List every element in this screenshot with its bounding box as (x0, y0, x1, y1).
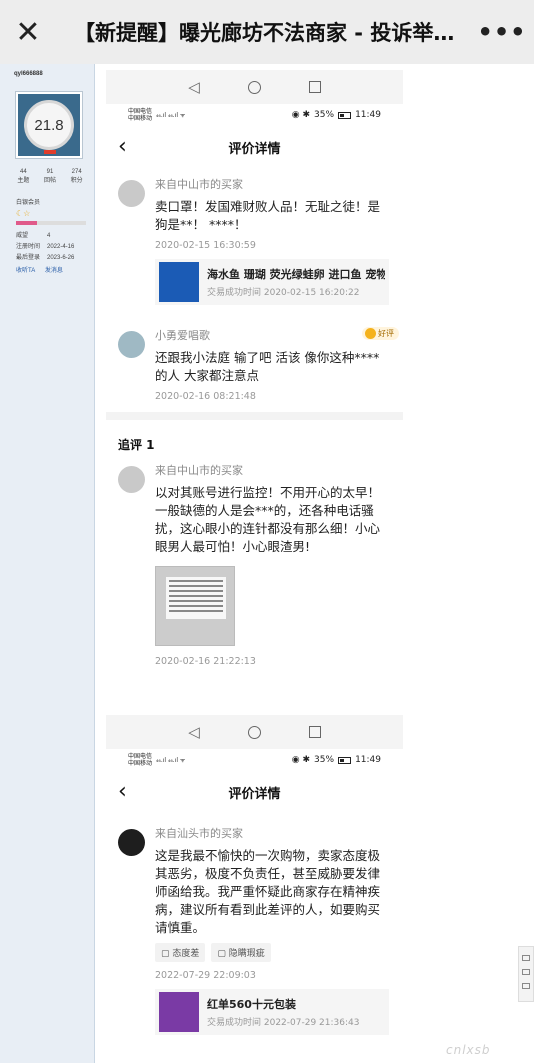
followup-title: 追评 1 (118, 438, 155, 452)
nav-home-icon (247, 80, 261, 94)
nav-home-icon (247, 725, 261, 739)
product-card: 红单560十元包装 交易成功时间 2022-07-29 21:36:43 (155, 989, 389, 1035)
nav-back-icon: ◁ (188, 78, 200, 96)
follow-link[interactable]: 收听TA (16, 268, 35, 274)
avatar[interactable]: 21.8 (16, 92, 82, 158)
rank-stars-icon: ☾☆ (16, 209, 31, 218)
info-row: 最后登录 2023-6-26 (16, 255, 75, 261)
app-header: ‹ 评价详情 (118, 779, 281, 804)
review-screenshot-2: ◁ 中国电信 中国移动 ₄₆.ıl ₄₆.ıl ᯤ ◉ ✱ 35% 11:49 ‹… (106, 715, 403, 1035)
followup-review: 来自中山市的买家 以对其账号进行监控！不用开心的太早！一般缺德的人是会***的，… (106, 462, 403, 667)
signal-icon: ₄₆.ıl ₄₆.ıl ᯤ (156, 112, 186, 119)
review-text: 卖口罩！发国难财败人品！无耻之徒！是狗是**！ ****！ (155, 199, 381, 232)
list-icon (522, 983, 530, 989)
back-arrow-icon: ‹ (118, 134, 127, 159)
page-title: 【新提醒】曝光廊坊不法商家 - 投诉举报中心 (74, 21, 470, 45)
review-time: 2020-02-16 21:22:13 (155, 656, 256, 667)
review-text: 这是我最不愉快的一次购物，卖家态度极其恶劣，极度不负责任，甚至威胁要发律师函给我… (155, 848, 381, 935)
review-time: 2022-07-29 22:09:03 (155, 970, 256, 981)
info-row: 威望 4 (16, 233, 51, 239)
stat-replies[interactable]: 91 回帖 (37, 168, 64, 186)
nav-recents-icon (308, 726, 321, 738)
app-header: ‹ 评价详情 (118, 134, 281, 159)
user-actions: 收听TA 发消息 (16, 265, 71, 274)
stat-points[interactable]: 274 积分 (63, 168, 90, 186)
review-time: 2020-02-16 08:21:48 (155, 391, 256, 402)
review-item: 来自汕头市的买家 这是我最不愉快的一次购物，卖家态度极其恶劣，极度不负责任，甚至… (106, 825, 403, 1035)
message-link[interactable]: 发消息 (45, 268, 63, 274)
android-nav-bar: ◁ (106, 70, 403, 104)
watermark: cnlxsb (446, 1043, 491, 1057)
user-group: 白银会员 (16, 200, 41, 206)
red-arrow-icon (44, 150, 56, 154)
battery-icon (338, 111, 352, 119)
product-deal-time: 交易成功时间 2022-07-29 21:36:43 (207, 1018, 360, 1028)
article-content: qyl666888 21.8 44 主题 91 回帖 274 积分 白银会员 ☾… (0, 64, 534, 1063)
reviewer-name: 来自中山市的买家 (155, 464, 243, 477)
product-thumbnail (159, 262, 199, 302)
reviewer-avatar (118, 466, 145, 493)
product-deal-time: 交易成功时间 2020-02-15 16:20:22 (207, 288, 360, 298)
divider (106, 412, 403, 420)
rank-progress-bar (16, 221, 86, 225)
product-card: 海水鱼 珊瑚 荧光绿蛙卵 进口鱼 宠物 交易成功时间 2020-02-15 16… (155, 259, 389, 305)
forum-user-sidebar: qyl666888 21.8 44 主题 91 回帖 274 积分 白银会员 ☾… (0, 64, 95, 1063)
user-info-rows: 威望 4 注册时间 2022-4-16 最后登录 2023-6-26 (16, 231, 74, 264)
review-item: 小勇爱唱歌 好评 还跟我小法庭 输了吧 活该 像你这种****的人 大家都注意点… (106, 327, 403, 402)
coin-icon (365, 328, 376, 339)
evidence-image[interactable] (155, 566, 235, 646)
comment-icon (522, 955, 530, 961)
close-icon[interactable]: ✕ (0, 0, 56, 64)
status-bar: 中国电信 中国移动 ₄₆.ıl ₄₆.ıl ᯤ ◉ ✱ 35% 11:49 (128, 108, 381, 122)
tag-attitude: ▢ 态度差 (155, 943, 206, 962)
status-bar: 中国电信 中国移动 ₄₆.ıl ₄₆.ıl ᯤ ◉ ✱ 35% 11:49 (128, 753, 381, 767)
tag-defect: ▢ 隐瞒瑕疵 (211, 943, 271, 962)
user-stats: 44 主题 91 回帖 274 积分 (10, 168, 90, 186)
alarm-icon: ◉ ✱ (291, 110, 311, 120)
avatar-gauge: 21.8 (24, 100, 74, 150)
reviewer-name: 小勇爱唱歌 (155, 329, 210, 342)
info-row: 注册时间 2022-4-16 (16, 244, 75, 250)
review-tags: ▢ 态度差 ▢ 隐瞒瑕疵 (155, 943, 389, 962)
back-arrow-icon: ‹ (118, 779, 127, 804)
top-bar: ✕ 【新提醒】曝光廊坊不法商家 - 投诉举报中心 ••• (0, 0, 534, 64)
stat-topics[interactable]: 44 主题 (10, 168, 37, 186)
reviewer-name: 来自汕头市的买家 (155, 827, 243, 840)
review-text: 以对其账号进行监控！不用开心的太早！一般缺德的人是会***的，还各种电话骚扰，这… (155, 485, 381, 554)
more-options-button[interactable]: ••• (470, 18, 534, 46)
android-nav-bar: ◁ (106, 715, 403, 749)
signal-icon: ₄₆.ıl ₄₆.ıl ᯤ (156, 757, 186, 764)
review-text: 还跟我小法庭 输了吧 活该 像你这种****的人 大家都注意点 (155, 350, 380, 383)
alarm-icon: ◉ ✱ (291, 755, 311, 765)
product-name: 红单560十元包装 (207, 998, 296, 1011)
nav-back-icon: ◁ (188, 723, 200, 741)
forum-username[interactable]: qyl666888 (0, 64, 94, 77)
share-icon (522, 969, 530, 975)
nav-recents-icon (308, 81, 321, 93)
reviewer-avatar (118, 180, 145, 207)
reviewer-avatar (118, 829, 145, 856)
product-name: 海水鱼 珊瑚 荧光绿蛙卵 进口鱼 宠物 (207, 268, 385, 281)
review-item: 来自中山市的买家 卖口罩！发国难财败人品！无耻之徒！是狗是**！ ****！ 2… (106, 176, 403, 305)
review-screenshot-1: ◁ 中国电信 中国移动 ₄₆.ıl ₄₆.ıl ᯤ ◉ ✱ 35% 11:49 ‹… (106, 70, 403, 667)
reviewer-avatar (118, 331, 145, 358)
product-thumbnail (159, 992, 199, 1032)
review-time: 2020-02-15 16:30:59 (155, 240, 256, 251)
good-review-badge: 好评 (362, 327, 399, 340)
floating-tools[interactable] (518, 946, 534, 1002)
reviewer-name: 来自中山市的买家 (155, 178, 243, 191)
battery-icon (338, 756, 352, 764)
